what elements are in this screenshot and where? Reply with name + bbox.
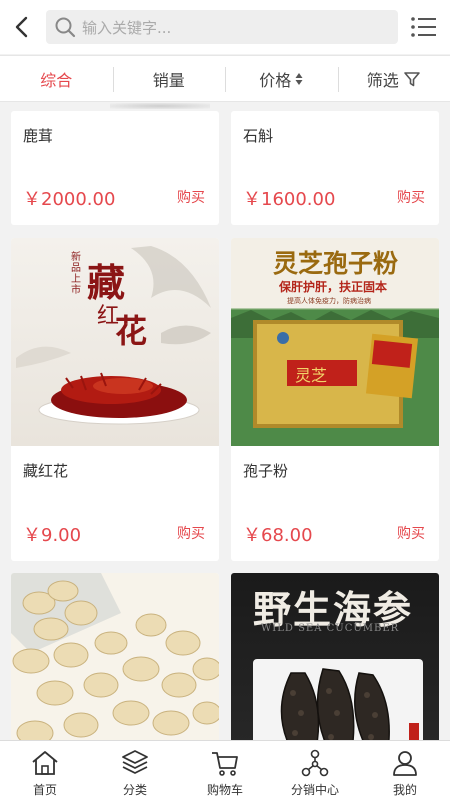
buy-button[interactable]: 购买 <box>177 187 205 207</box>
filter-sales[interactable]: 销量 <box>112 56 226 101</box>
tab-label: 首页 <box>32 783 57 797</box>
bottom-tab-bar: 首页 分类 购物车 分销中心 我的 <box>0 740 450 800</box>
product-image: 新品上市 藏 红 花 <box>11 238 219 446</box>
product-image: 野生海参 WILD SEA CUCUMBER <box>231 573 439 740</box>
list-menu-button[interactable] <box>410 14 438 40</box>
product-name: 石斛 <box>243 127 274 145</box>
tab-home[interactable]: 首页 <box>0 741 90 800</box>
herb-slices-illustration <box>11 573 219 740</box>
image-title-char: 花 <box>115 312 148 350</box>
buy-button[interactable]: 购买 <box>397 187 425 207</box>
image-subtitle: 保肝护肝，扶正固本 <box>279 280 388 294</box>
layers-icon <box>122 750 148 774</box>
product-name: 鹿茸 <box>23 127 54 145</box>
tab-label: 分销中心 <box>290 783 339 797</box>
product-card[interactable]: 新品上市 藏 红 花 藏红花 ￥9.00 购买 <box>11 238 219 561</box>
product-image <box>11 573 219 740</box>
buy-button[interactable]: 购买 <box>397 523 425 543</box>
search-icon <box>55 17 76 38</box>
product-card[interactable]: 灵芝孢子粉 保肝护肝，扶正固本 提高人体免疫力，防病治病 灵芝 孢子粉 ￥68.… <box>231 238 439 561</box>
sort-arrows-icon <box>295 72 303 86</box>
filter-price[interactable]: 价格 <box>225 56 338 101</box>
tab-label: 购物车 <box>206 783 243 797</box>
box-label: 灵芝 <box>295 366 328 385</box>
list-icon <box>411 17 436 37</box>
user-icon <box>393 751 417 776</box>
product-price: ￥9.00 <box>23 525 82 546</box>
filter-label: 价格 <box>259 70 292 90</box>
home-icon <box>32 751 58 775</box>
image-headline: 灵芝孢子粉 <box>273 249 399 278</box>
top-bar: 输入关键字... <box>0 0 450 54</box>
product-name: 孢子粉 <box>243 462 289 480</box>
filter-label: 综合 <box>40 70 73 90</box>
product-grid: 鹿茸 ￥2000.00 购买 石斛 ￥1600.00 购买 新品上市 藏 红 花 <box>0 103 450 740</box>
product-price: ￥68.00 <box>243 525 313 546</box>
product-price: ￥1600.00 <box>243 189 336 210</box>
tab-cart[interactable]: 购物车 <box>180 741 270 800</box>
filter-bar: 综合 销量 价格 筛选 <box>0 55 450 102</box>
product-price: ￥2000.00 <box>23 189 116 210</box>
buy-button[interactable]: 购买 <box>177 523 205 543</box>
tab-category[interactable]: 分类 <box>90 741 180 800</box>
tab-label: 我的 <box>392 783 417 797</box>
network-icon <box>301 749 329 777</box>
product-image: 灵芝孢子粉 保肝护肝，扶正固本 提高人体免疫力，防病治病 灵芝 <box>231 238 439 446</box>
product-card[interactable] <box>11 573 219 740</box>
product-card[interactable]: 石斛 ￥1600.00 购买 <box>231 111 439 225</box>
product-card[interactable]: 野生海参 WILD SEA CUCUMBER <box>231 573 439 740</box>
image-badge: 新品上市 <box>71 252 81 296</box>
tab-label: 分类 <box>122 783 147 797</box>
chevron-left-icon <box>15 16 28 38</box>
scroll-shadow <box>110 103 210 109</box>
tab-distribution[interactable]: 分销中心 <box>270 741 360 800</box>
image-subtitle: 提高人体免疫力，防病治病 <box>287 297 371 305</box>
back-button[interactable] <box>0 0 44 54</box>
filter-comprehensive[interactable]: 综合 <box>0 56 113 101</box>
filter-screen[interactable]: 筛选 <box>337 56 450 101</box>
product-name: 藏红花 <box>23 462 69 480</box>
search-placeholder: 输入关键字... <box>82 18 172 37</box>
funnel-icon <box>403 70 421 88</box>
filter-label: 筛选 <box>366 70 399 90</box>
cart-icon <box>212 752 238 776</box>
search-input[interactable]: 输入关键字... <box>46 10 398 44</box>
product-card[interactable]: 鹿茸 ￥2000.00 购买 <box>11 111 219 225</box>
tab-mine[interactable]: 我的 <box>360 741 450 800</box>
image-subtitle: WILD SEA CUCUMBER <box>261 623 400 634</box>
filter-label: 销量 <box>152 70 185 90</box>
